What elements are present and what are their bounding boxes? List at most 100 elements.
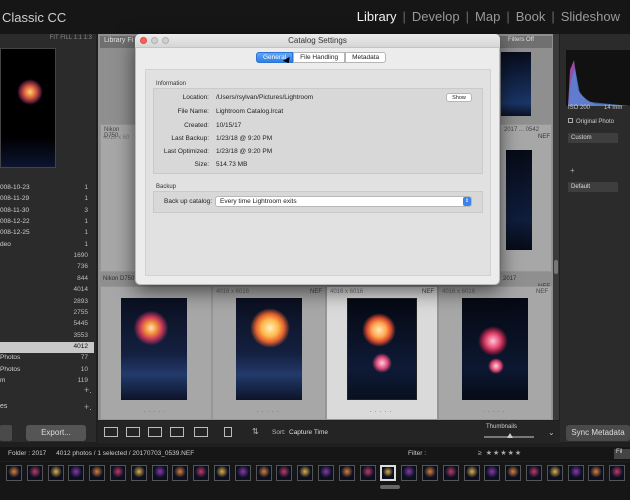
tab-file-handling[interactable]: File Handling [293, 52, 346, 63]
filmstrip-thumbnail[interactable] [442, 465, 459, 481]
cell-rating-dots[interactable]: ····· [327, 409, 437, 415]
folder-item[interactable]: 4014 [0, 285, 94, 296]
folder-item[interactable]: 008-11-30 3 [0, 206, 94, 217]
cell-rating-dots[interactable]: ····· [101, 409, 211, 415]
filmstrip-thumbnail[interactable] [234, 465, 251, 481]
filmstrip-thumbnail[interactable] [89, 465, 106, 481]
navigator-preview[interactable] [0, 48, 56, 168]
filmstrip-source[interactable]: Folder : 2017 4012 photos / 1 selected /… [8, 450, 194, 457]
library-filter-label[interactable]: Library Fi [104, 37, 133, 44]
folder-item[interactable]: 1690 [0, 251, 94, 262]
folder-item[interactable]: 736 [0, 262, 94, 273]
backup-frequency-select[interactable]: Every time Lightroom exits [215, 196, 472, 207]
add-icon[interactable]: +. [84, 385, 92, 395]
module-develop[interactable]: Develop [406, 9, 466, 24]
filmstrip-thumbnail[interactable] [318, 465, 334, 481]
folder-item[interactable]: Photos 10 [0, 365, 94, 376]
photo-thumbnail[interactable] [462, 298, 528, 400]
filmstrip-thumbnail[interactable] [526, 465, 542, 481]
filmstrip-thumbnail[interactable] [546, 465, 563, 481]
sync-metadata-button[interactable]: Sync Metadata [566, 425, 630, 441]
original-photo-checkbox[interactable] [568, 118, 573, 123]
filmstrip-thumbnail[interactable] [26, 465, 43, 481]
folder-item[interactable]: 5445 [0, 319, 94, 330]
filmstrip-thumbnail[interactable] [422, 465, 438, 481]
filmstrip-thumbnail[interactable] [6, 465, 22, 481]
painter-icon[interactable] [224, 427, 232, 437]
folder-item[interactable]: 008-12-25 1 [0, 228, 94, 239]
cell-rating-dots[interactable]: ····· [439, 409, 551, 415]
grid-cell[interactable]: Nikon D750 [100, 124, 136, 272]
filmstrip-thumbnail[interactable] [276, 465, 293, 481]
folder-item[interactable]: 008-12-22 1 [0, 217, 94, 228]
export-button[interactable]: Export... [26, 425, 86, 441]
created-value: 10/15/17 [216, 122, 242, 129]
photo-thumbnail[interactable] [501, 52, 531, 116]
navigator-zoom-options[interactable]: FIT FILL 1:1 1:3 [0, 35, 96, 46]
add-icon[interactable]: + [570, 166, 575, 175]
add-icon[interactable]: +. [84, 402, 92, 412]
filmstrip-thumbnail[interactable] [172, 465, 189, 481]
folder-item[interactable]: m 119 [0, 376, 94, 387]
saved-preset-select[interactable]: Custom [568, 133, 618, 143]
photo-thumbnail[interactable] [347, 298, 417, 400]
filmstrip-thumbnail[interactable] [401, 465, 418, 481]
loupe-view-icon[interactable] [126, 427, 140, 437]
folder-item[interactable]: 008-10-23 1 [0, 183, 94, 194]
folder-item[interactable]: 008-11-29 1 [0, 194, 94, 205]
folder-item[interactable]: Photos 77 [0, 353, 94, 364]
folder-item[interactable]: 4012 [0, 341, 94, 353]
filmstrip-thumbnail[interactable] [68, 465, 85, 481]
filmstrip-thumbnail[interactable] [193, 465, 210, 481]
survey-view-icon[interactable] [170, 427, 184, 437]
filmstrip-thumbnail[interactable] [47, 465, 64, 481]
filmstrip-scrollbar[interactable] [380, 485, 400, 489]
filmstrip-thumbnail[interactable] [297, 465, 314, 481]
filmstrip-thumbnail[interactable] [110, 465, 126, 481]
tab-metadata[interactable]: Metadata [345, 52, 387, 63]
show-button[interactable]: Show [446, 93, 472, 102]
filmstrip-thumbnail[interactable] [380, 465, 397, 481]
folder-item[interactable]: 2893 [0, 297, 94, 308]
grid-scrollbar[interactable] [553, 34, 559, 420]
default-preset-select[interactable]: Default [568, 182, 618, 192]
module-map[interactable]: Map [469, 9, 506, 24]
select-arrows-icon[interactable]: ⇕ [463, 197, 471, 206]
filmstrip-thumbnail[interactable] [484, 465, 501, 481]
filmstrip-thumbnail[interactable] [463, 465, 480, 481]
filmstrip-thumbnail[interactable] [567, 465, 584, 481]
photo-thumbnail[interactable] [506, 150, 532, 250]
module-book[interactable]: Book [510, 9, 552, 24]
import-button[interactable] [0, 425, 12, 441]
filmstrip-thumbnail[interactable] [214, 465, 230, 481]
sort-direction-icon[interactable]: ⇅ [252, 427, 259, 436]
sort-order-select[interactable]: Capture Time [289, 429, 328, 436]
filmstrip-thumbnail[interactable] [588, 465, 605, 481]
size-value: 514.73 MB [216, 161, 248, 168]
folder-item[interactable]: deo 1 [0, 240, 94, 251]
compare-view-icon[interactable] [148, 427, 162, 437]
folder-item[interactable]: 3553 [0, 331, 94, 342]
filmstrip-thumbnail[interactable] [359, 465, 376, 481]
filmstrip-thumbnail[interactable] [255, 465, 272, 481]
filmstrip-thumbnail[interactable] [338, 465, 355, 481]
filmstrip-thumbnail[interactable] [130, 465, 147, 481]
filter-preset-button[interactable]: Fil [614, 449, 630, 459]
people-view-icon[interactable] [194, 427, 208, 437]
filmstrip-thumbnail[interactable] [609, 465, 626, 481]
photo-thumbnail[interactable] [121, 298, 187, 400]
filters-off-toggle[interactable]: Filters Off [508, 37, 534, 43]
scrollbar-thumb[interactable] [554, 260, 558, 274]
module-library[interactable]: Library [351, 9, 403, 24]
photo-thumbnail[interactable] [236, 298, 302, 400]
folder-item[interactable]: 2755 [0, 308, 94, 319]
folder-item[interactable]: 844 [0, 274, 94, 285]
grid-view-icon[interactable] [104, 427, 118, 437]
rating-filter[interactable]: ≥ ★★★★★ [478, 449, 522, 457]
cell-rating-dots[interactable]: ····· [213, 409, 325, 415]
filmstrip-thumbnail[interactable] [505, 465, 522, 481]
module-slideshow[interactable]: Slideshow [555, 9, 626, 24]
filmstrip-thumbnail[interactable] [151, 465, 168, 481]
chevron-down-icon[interactable]: ⌄ [548, 428, 555, 437]
slider-knob[interactable] [507, 433, 513, 438]
